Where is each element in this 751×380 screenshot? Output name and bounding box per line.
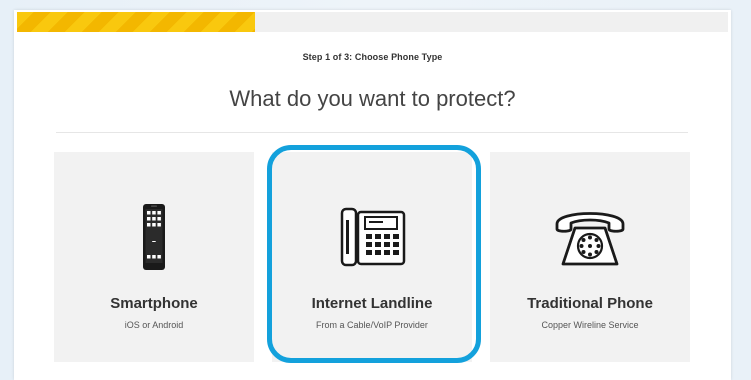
phone-type-card: Step 1 of 3: Choose Phone Type What do y… <box>14 10 731 380</box>
option-title: Internet Landline <box>311 295 433 312</box>
option-internet-landline[interactable]: Internet Landline From a Cable/VoIP Prov… <box>272 152 472 362</box>
option-smartphone[interactable]: Smartphone iOS or Android <box>54 152 254 362</box>
smartphone-icon <box>143 204 165 270</box>
desk-phone-icon <box>340 207 406 267</box>
page-heading: What do you want to protect? <box>229 86 516 111</box>
option-subtitle: From a Cable/VoIP Provider <box>316 320 428 330</box>
progress-bar <box>17 12 728 32</box>
divider <box>56 132 688 133</box>
option-subtitle: iOS or Android <box>124 320 184 330</box>
option-title: Traditional Phone <box>527 295 653 312</box>
option-subtitle: Copper Wireline Service <box>541 320 639 330</box>
option-title: Smartphone <box>110 295 198 312</box>
progress-bar-fill <box>17 12 256 32</box>
rotary-phone-icon <box>555 212 625 266</box>
option-traditional-phone[interactable]: Traditional Phone Copper Wireline Servic… <box>490 152 690 362</box>
step-label: Step 1 of 3: Choose Phone Type <box>302 52 443 62</box>
